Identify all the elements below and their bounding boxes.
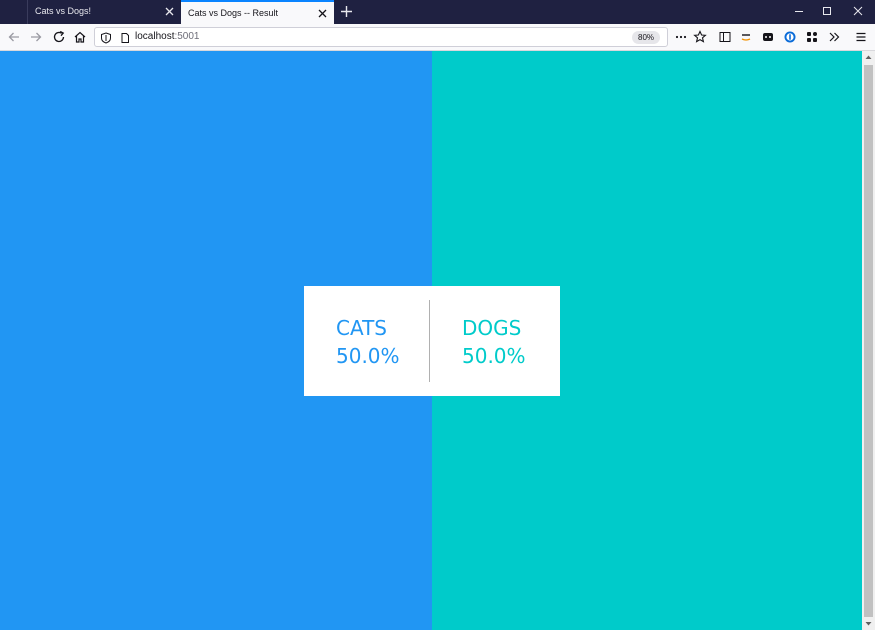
forward-arrow-icon[interactable] [28, 29, 44, 45]
cats-label: CATS [336, 316, 388, 340]
shield-icon[interactable] [100, 31, 112, 49]
tab-title: Cats vs Dogs! [35, 6, 92, 16]
scroll-thumb[interactable] [864, 65, 873, 617]
more-icon[interactable] [673, 29, 689, 45]
home-icon[interactable] [72, 29, 88, 45]
scroll-down-arrow-icon[interactable] [865, 620, 872, 627]
minimize-icon[interactable] [792, 4, 806, 18]
zoom-level-badge[interactable]: 80% [632, 31, 661, 44]
tab-cats-vs-dogs[interactable]: Cats vs Dogs! [27, 0, 181, 24]
reload-icon[interactable] [51, 29, 67, 45]
close-tab-icon[interactable] [164, 6, 175, 17]
close-window-icon[interactable] [851, 4, 865, 18]
back-arrow-icon[interactable] [6, 29, 22, 45]
result-card: CATS 50.0% DOGS 50.0% [304, 286, 560, 396]
url-port: :5001 [174, 31, 200, 42]
password-manager-icon[interactable] [782, 29, 798, 45]
tab-title: Cats vs Dogs -- Result [188, 8, 279, 18]
navigation-toolbar: localhost:5001 80% [0, 24, 875, 51]
page-icon[interactable] [119, 31, 131, 49]
star-icon[interactable] [692, 29, 708, 45]
url-host: localhost [135, 31, 175, 42]
apps-grid-icon[interactable] [804, 29, 820, 45]
new-tab-plus-icon[interactable] [338, 3, 355, 20]
cats-percent: 50.0% [336, 344, 400, 368]
close-tab-icon[interactable] [317, 8, 328, 19]
page-content: CATS 50.0% DOGS 50.0% [0, 51, 862, 630]
chevron-double-right-icon[interactable] [826, 29, 842, 45]
scroll-up-arrow-icon[interactable] [865, 54, 872, 61]
hamburger-menu-icon[interactable] [853, 29, 869, 45]
vertical-scrollbar[interactable] [862, 51, 875, 630]
dogs-result: DOGS 50.0% [462, 314, 589, 370]
dogs-percent: 50.0% [462, 344, 526, 368]
cats-result: CATS 50.0% [336, 314, 463, 370]
tab-strip: Cats vs Dogs! Cats vs Dogs -- Result [0, 0, 875, 24]
maximize-icon[interactable] [820, 4, 834, 18]
extension-icon[interactable] [760, 29, 776, 45]
result-divider [429, 300, 430, 382]
amazon-icon[interactable] [738, 29, 754, 45]
dogs-label: DOGS [462, 316, 522, 340]
url-text[interactable]: localhost:5001 [135, 28, 200, 46]
address-bar[interactable]: localhost:5001 80% [94, 27, 668, 47]
sidebar-icon[interactable] [717, 29, 733, 45]
tab-cats-vs-dogs-result[interactable]: Cats vs Dogs -- Result [181, 0, 334, 24]
